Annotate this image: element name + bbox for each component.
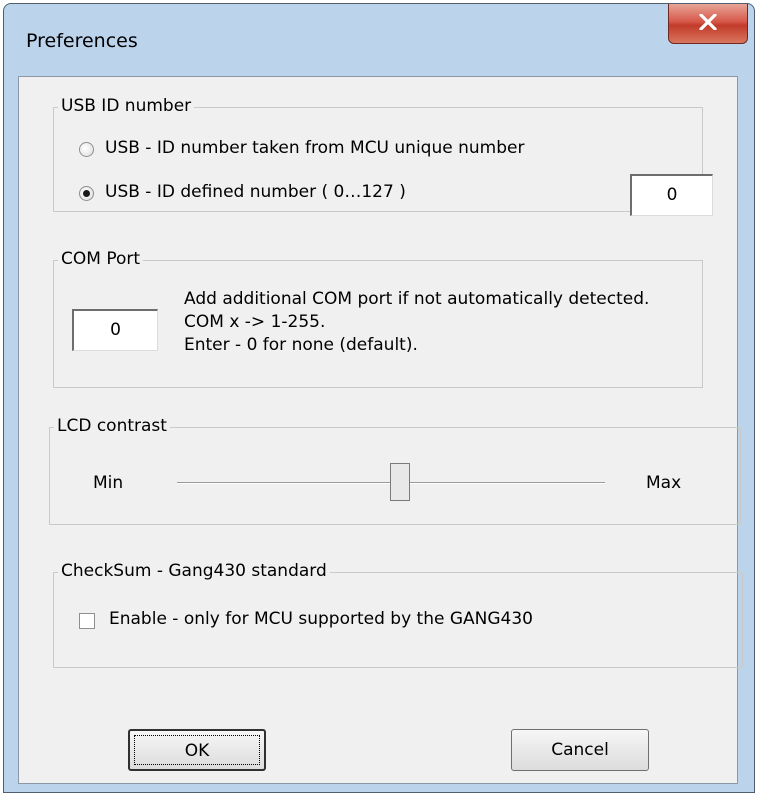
window-title: Preferences [26, 30, 138, 52]
usb-id-group: USB ID number USB - ID number taken from… [53, 96, 713, 216]
com-help-line-2: COM x -> 1-255. [184, 312, 326, 332]
close-icon [699, 14, 717, 30]
cancel-button[interactable]: Cancel [511, 729, 649, 771]
com-port-group: COM Port 0 Add additional COM port if no… [53, 249, 703, 388]
title-bar[interactable]: Preferences [4, 4, 754, 78]
com-help-line-3: Enter - 0 for none (default). [184, 335, 418, 355]
checksum-group-legend: CheckSum - Gang430 standard [58, 561, 330, 581]
ok-button[interactable]: OK [128, 729, 266, 771]
lcd-max-label: Max [646, 473, 682, 493]
lcd-contrast-group: LCD contrast Min Max [49, 416, 741, 525]
checksum-enable-checkbox[interactable] [79, 613, 95, 629]
usb-defined-radio[interactable] [79, 186, 94, 201]
usb-id-input[interactable]: 0 [630, 174, 713, 216]
lcd-contrast-slider-thumb[interactable] [389, 463, 410, 501]
usb-defined-label[interactable]: USB - ID defined number ( 0…127 ) [105, 182, 406, 202]
com-port-input[interactable]: 0 [72, 309, 158, 351]
close-button[interactable] [668, 4, 748, 44]
usb-mcu-radio[interactable] [79, 142, 94, 157]
checksum-enable-label[interactable]: Enable - only for MCU supported by the G… [109, 609, 533, 629]
preferences-window: Preferences USB ID number USB - ID numbe… [3, 3, 755, 793]
usb-mcu-label[interactable]: USB - ID number taken from MCU unique nu… [105, 138, 524, 158]
lcd-contrast-group-legend: LCD contrast [54, 416, 170, 436]
checksum-group: CheckSum - Gang430 standard Enable - onl… [53, 561, 743, 668]
lcd-min-label: Min [93, 473, 124, 493]
com-port-group-legend: COM Port [58, 249, 144, 269]
dialog-client-area: USB ID number USB - ID number taken from… [18, 76, 743, 784]
com-help-line-1: Add additional COM port if not automatic… [184, 289, 650, 309]
ok-button-label: OK [134, 735, 260, 765]
usb-id-group-legend: USB ID number [58, 96, 195, 116]
